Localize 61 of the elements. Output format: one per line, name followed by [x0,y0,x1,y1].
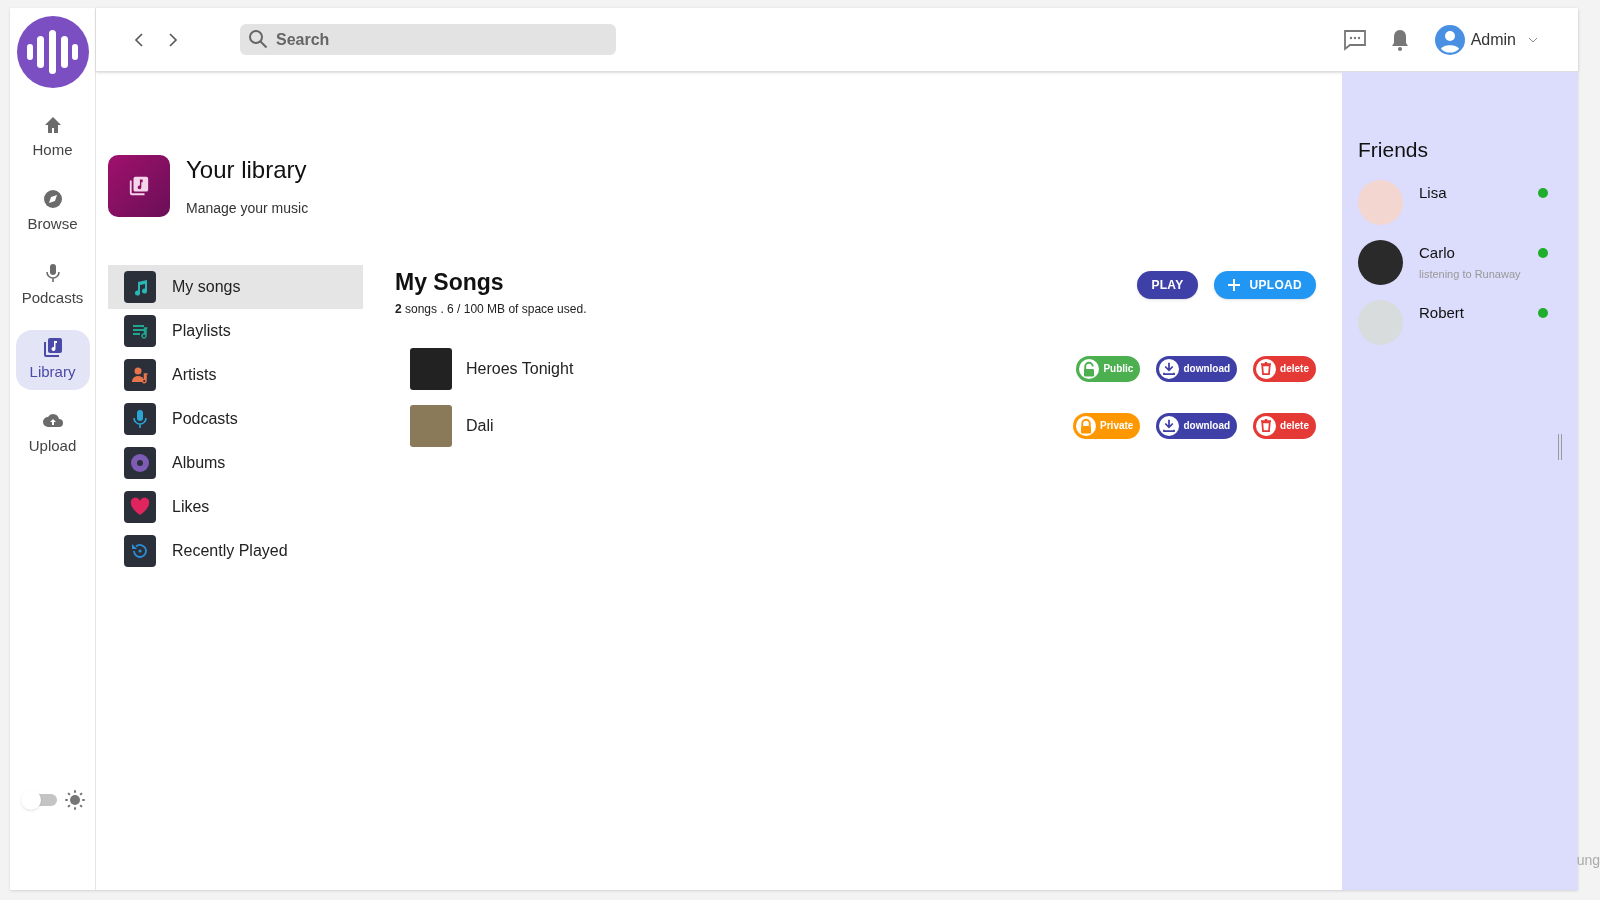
download-icon [1159,415,1180,436]
person-note-icon [124,359,156,391]
delete-button[interactable]: delete [1253,355,1316,382]
theme-toggle[interactable] [20,790,57,810]
trash-icon [1256,358,1277,379]
library-icon [128,174,150,197]
friend-name: Robert [1419,302,1466,323]
search-field[interactable]: Search [240,24,616,55]
back-icon[interactable] [132,31,146,48]
song-title: Dali [466,415,494,436]
chevron-down-icon [1528,36,1538,43]
unlocked-icon [1079,358,1100,379]
playlist-icon [124,315,156,347]
page-subtitle: Manage your music [186,199,309,218]
nav-item[interactable]: Upload [15,404,90,464]
page-title: Your library [186,155,308,185]
download-button[interactable]: download [1156,412,1238,439]
library-menu-item[interactable]: Artists [108,353,363,397]
download-icon [1159,358,1180,379]
user-menu[interactable]: Admin [1434,24,1538,55]
logo-icon [16,16,89,88]
friend-name: Lisa [1419,182,1448,203]
nav-item[interactable]: Podcasts [15,256,90,316]
forward-icon[interactable] [166,31,180,48]
section-title: My Songs [395,268,505,297]
library-menu-item[interactable]: Podcasts [108,397,363,441]
friend-activity: listening to Runaway [1419,267,1522,282]
library-menu-item[interactable]: Playlists [108,309,363,353]
resize-handle[interactable] [1558,434,1562,460]
nav-item[interactable]: Library [15,330,90,390]
compass-icon [42,188,63,209]
library-menu-item[interactable]: Likes [108,485,363,529]
plus-icon [1227,279,1240,291]
edge-text: ung [1576,851,1600,870]
nav-item[interactable]: Browse [15,182,90,242]
search-icon [248,29,268,49]
lock-icon [1076,415,1097,436]
library-menu-item[interactable]: Albums [108,441,363,485]
user-avatar-icon [1434,24,1465,55]
nav-item[interactable]: Home [15,108,90,168]
storage-summary: 2 songs . 6 / 100 MB of space used. [395,300,587,318]
friend-name: Carlo [1419,242,1456,263]
history-icon [124,535,156,567]
delete-button[interactable]: delete [1253,412,1316,439]
friends-title: Friends [1358,137,1430,163]
library-menu-item[interactable]: My songs [108,265,363,309]
download-button[interactable]: download [1156,355,1238,382]
sun-icon [64,790,85,810]
trash-icon [1256,415,1277,436]
album-cover-photo [410,404,452,447]
song-title: Heroes Tonight [466,358,574,379]
avatar-photo [1358,239,1403,285]
note-icon [124,271,156,303]
album-cover-photo [410,347,452,390]
library-menu-item[interactable]: Recently Played [108,529,363,573]
microphone-icon [124,403,156,435]
avatar-photo [1358,179,1403,225]
play-button[interactable]: PLAY [1137,271,1198,299]
chat-icon[interactable] [1342,28,1367,51]
avatar-photo [1358,299,1403,345]
library-icon [42,336,63,357]
